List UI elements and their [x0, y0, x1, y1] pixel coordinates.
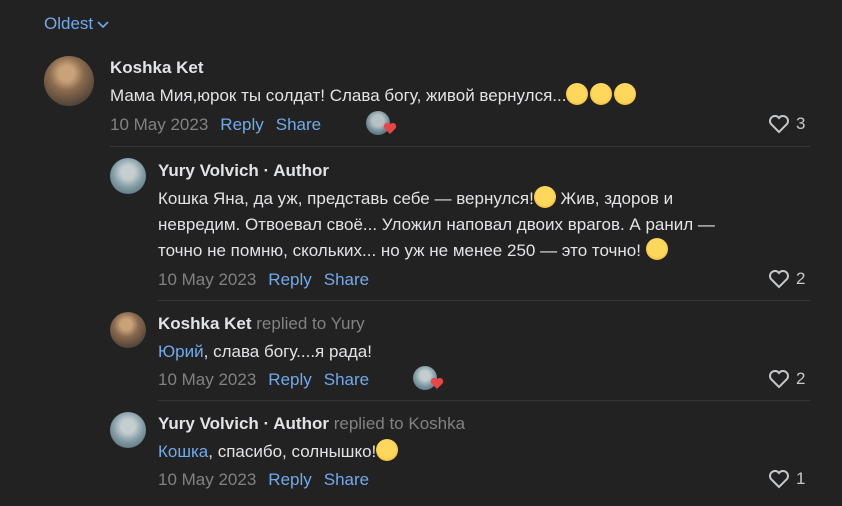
like-button[interactable]: 3 [768, 114, 805, 134]
sort-dropdown[interactable]: Oldest [44, 14, 109, 34]
like-button[interactable]: 2 [768, 369, 805, 389]
like-count: 3 [796, 114, 806, 133]
like-count: 2 [796, 369, 806, 388]
avatar[interactable] [44, 56, 94, 106]
like-button[interactable]: 1 [768, 469, 805, 489]
like-button[interactable]: 2 [768, 269, 805, 289]
replied-to: replied to Koshka [333, 414, 466, 433]
heart-outline-icon [769, 370, 789, 389]
heart-outline-icon [769, 115, 789, 134]
comment-date: 10 May 2023 [158, 270, 257, 289]
share-button[interactable]: Share [324, 470, 369, 490]
smiling-emoji-icon [533, 186, 556, 208]
avatar[interactable] [110, 158, 146, 194]
comment-date: 10 May 2023 [158, 470, 257, 489]
heart-icon [430, 377, 444, 389]
comment-date: 10 May 2023 [110, 115, 209, 134]
share-button[interactable]: Share [324, 370, 369, 390]
sneezing-emoji-icon [566, 83, 589, 105]
comment-meta: 10 May 2023 Reply Share [158, 370, 381, 390]
winking-emoji-icon [645, 238, 668, 260]
chevron-down-icon [97, 21, 109, 29]
like-count: 2 [796, 269, 806, 288]
mention-link[interactable]: Юрий [158, 342, 204, 361]
divider [110, 146, 810, 147]
comment-text: Кошка, спасибо, солнышко! [158, 439, 399, 465]
comment-author[interactable]: Koshka Ket [110, 58, 204, 78]
comment-author[interactable]: Yury Volvich · Author replied to Koshka [158, 414, 465, 434]
smiling-emoji-icon [376, 439, 399, 461]
reply-button[interactable]: Reply [268, 270, 311, 290]
comment-meta: 10 May 2023 Reply Share [110, 115, 333, 135]
divider [158, 400, 810, 401]
replied-to: replied to Yury [256, 314, 365, 333]
share-button[interactable]: Share [276, 115, 321, 135]
comment-text: Кошка Яна, да уж, представь себе — верну… [158, 186, 808, 264]
like-count: 1 [796, 469, 806, 488]
comment-author[interactable]: Yury Volvich · Author [158, 161, 329, 181]
heart-icon [383, 122, 397, 134]
author-liked-avatar [366, 111, 397, 137]
mention-link[interactable]: Кошка [158, 442, 208, 461]
comment-author[interactable]: Koshka Ket replied to Yury [158, 314, 365, 334]
heart-outline-icon [769, 470, 789, 489]
heart-outline-icon [769, 270, 789, 289]
author-liked-avatar [413, 366, 444, 392]
sneezing-emoji-icon [590, 83, 613, 105]
avatar[interactable] [110, 312, 146, 348]
share-button[interactable]: Share [324, 270, 369, 290]
reply-button[interactable]: Reply [220, 115, 263, 135]
reply-button[interactable]: Reply [268, 470, 311, 490]
comment-text: Мама Мия,юрок ты солдат! Слава богу, жив… [110, 83, 637, 109]
avatar[interactable] [110, 412, 146, 448]
comment-meta: 10 May 2023 Reply Share [158, 270, 381, 290]
comment-text: Юрий, слава богу....я рада! [158, 342, 372, 361]
reply-button[interactable]: Reply [268, 370, 311, 390]
comment-meta: 10 May 2023 Reply Share [158, 470, 381, 490]
sort-label: Oldest [44, 14, 94, 33]
sneezing-emoji-icon [614, 83, 637, 105]
comment-date: 10 May 2023 [158, 370, 257, 389]
divider [158, 300, 810, 301]
